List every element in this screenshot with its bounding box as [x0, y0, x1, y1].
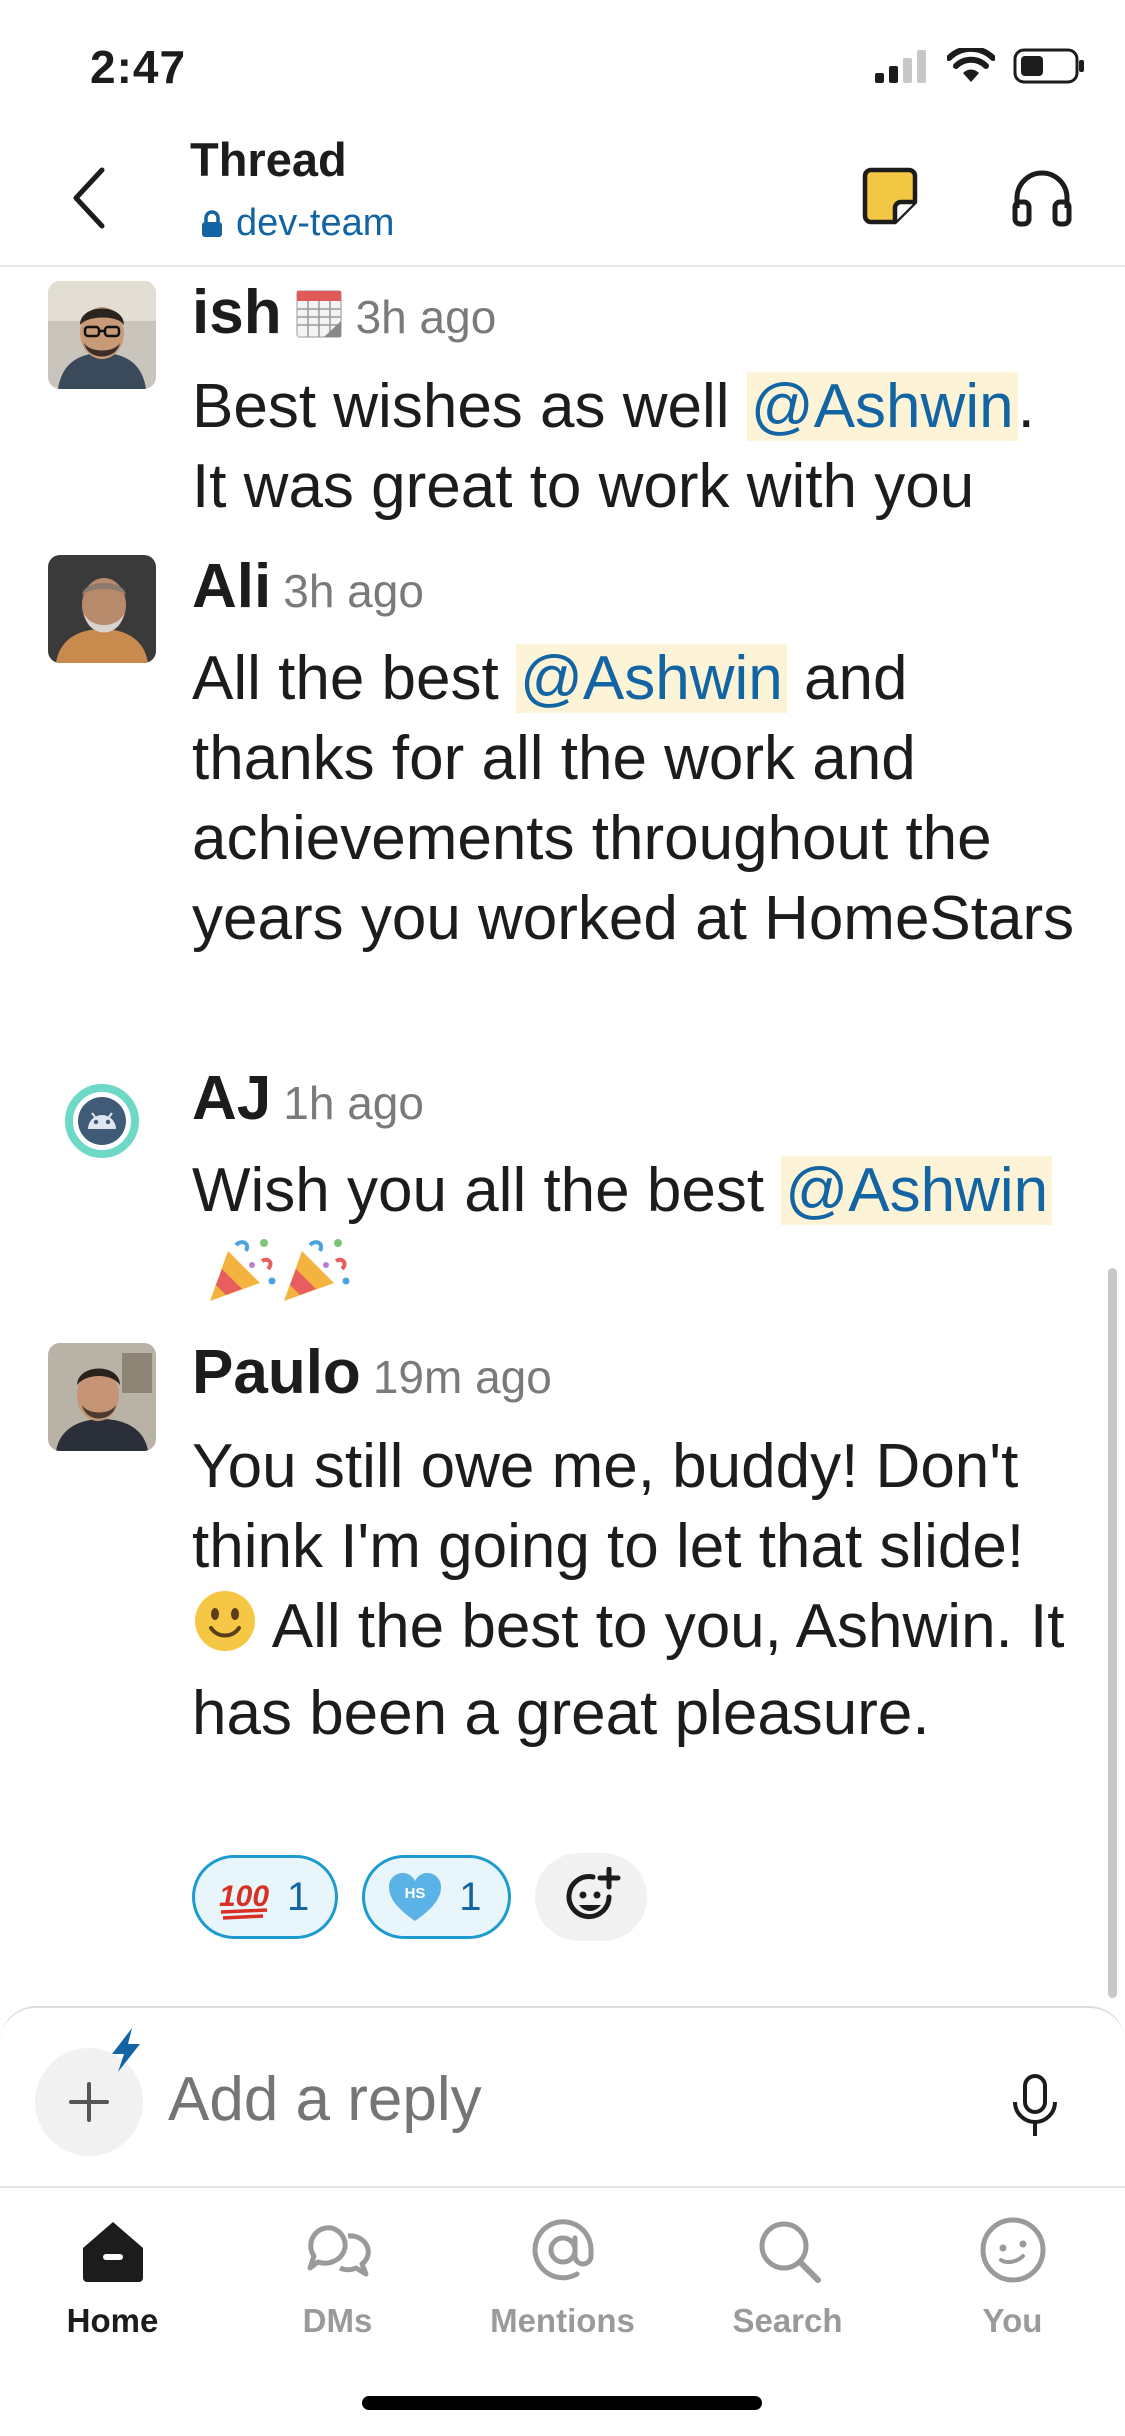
- status-bar: 2:47: [0, 0, 1125, 130]
- tab-mentions[interactable]: Mentions: [450, 2210, 675, 2360]
- reaction-count: 1: [287, 1874, 310, 1919]
- back-button[interactable]: [55, 158, 125, 238]
- message-body: You still owe me, buddy! Don't think I'm…: [192, 1427, 1085, 1754]
- mention-ashwin[interactable]: @Ashwin: [746, 372, 1018, 441]
- tab-home[interactable]: Home: [0, 2210, 225, 2360]
- dms-icon: [298, 2210, 378, 2290]
- battery-icon: [1013, 48, 1084, 84]
- tab-label: Mentions: [490, 2302, 635, 2339]
- message-body: Wish you all the best @Ashwin: [192, 1151, 1085, 1325]
- plus-icon: [69, 2082, 109, 2122]
- message-header: Ali 3h ago: [192, 551, 424, 622]
- message-timestamp: 3h ago: [355, 291, 497, 343]
- avatar-image-ish: [48, 281, 156, 389]
- lock-icon: [202, 209, 222, 237]
- author-name[interactable]: ish: [192, 277, 282, 348]
- message-body: All the best @Ashwin and thanks for all …: [192, 639, 1085, 959]
- message-header: AJ 1h ago: [192, 1063, 424, 1134]
- you-icon: [973, 2210, 1053, 2290]
- thread-screen: 2:47 Thread dev-team ish 3h ago Best wis…: [0, 0, 1125, 2436]
- mentions-icon: [523, 2210, 603, 2290]
- message-timestamp: 3h ago: [283, 565, 424, 617]
- mention-ashwin[interactable]: @Ashwin: [515, 644, 787, 713]
- reaction-hs-heart[interactable]: HS 1: [362, 1855, 511, 1939]
- reaction-count: 1: [459, 1874, 482, 1919]
- channel-link[interactable]: dev-team: [200, 202, 394, 245]
- tab-label: You: [982, 2302, 1043, 2339]
- message-body: Best wishes as well @Ashwin. It was grea…: [192, 367, 1085, 527]
- author-name[interactable]: Paulo: [192, 1337, 361, 1408]
- avatar-image-paulo: [48, 1343, 156, 1451]
- home-icon: [73, 2210, 153, 2290]
- search-icon: [748, 2210, 828, 2290]
- avatar[interactable]: [48, 281, 156, 389]
- message-text: Wish you all the best: [192, 1156, 782, 1225]
- voice-record-button[interactable]: [1005, 2072, 1065, 2142]
- message-header: ish 3h ago: [192, 277, 496, 348]
- wifi-icon: [947, 48, 995, 82]
- message-text: All the best: [192, 644, 516, 713]
- author-name[interactable]: Ali: [192, 551, 271, 622]
- canvas-icon: [862, 167, 918, 225]
- reply-composer: [0, 2006, 1125, 2188]
- lightning-bolt-icon: [112, 2028, 140, 2072]
- reply-input[interactable]: [168, 2064, 968, 2135]
- tab-dms[interactable]: DMs: [225, 2210, 450, 2360]
- header-title: Thread: [190, 133, 347, 186]
- canvas-button[interactable]: [855, 162, 925, 232]
- avatar[interactable]: [48, 555, 156, 663]
- chevron-left-icon: [73, 167, 105, 229]
- add-emoji-icon: [566, 1867, 620, 1920]
- channel-name: dev-team: [236, 202, 395, 244]
- message-timestamp: 1h ago: [283, 1077, 424, 1129]
- tab-you[interactable]: You: [900, 2210, 1125, 2360]
- avatar[interactable]: [48, 1343, 156, 1451]
- slightly-smiling-face-emoji: [192, 1588, 258, 1674]
- svg-text:100: 100: [219, 1880, 269, 1913]
- party-popper-emoji: [280, 1231, 354, 1325]
- mention-ashwin[interactable]: @Ashwin: [781, 1156, 1053, 1225]
- reactions-bar: 100 1 HS 1: [192, 1853, 647, 1941]
- scrollbar[interactable]: [1108, 1268, 1117, 1998]
- thread-messages[interactable]: ish 3h ago Best wishes as well @Ashwin. …: [0, 267, 1125, 2000]
- tab-label: Search: [732, 2302, 843, 2339]
- party-popper-emoji: [206, 1231, 280, 1325]
- microphone-icon: [1013, 2074, 1057, 2136]
- status-icons: [873, 48, 1085, 84]
- message-text: Best wishes as well: [192, 372, 747, 441]
- message-header: Paulo 19m ago: [192, 1337, 552, 1408]
- tab-label: Home: [66, 2302, 159, 2339]
- message-text: All the best to you, Ashwin. It has been…: [192, 1592, 1065, 1748]
- home-indicator: [362, 2396, 762, 2410]
- headphones-icon: [1012, 170, 1072, 227]
- status-time: 2:47: [90, 41, 187, 93]
- huddle-button[interactable]: [1007, 162, 1077, 232]
- author-name[interactable]: AJ: [192, 1063, 271, 1134]
- android-avatar-icon: [65, 1084, 139, 1158]
- calendar-status-icon: [295, 289, 342, 338]
- reaction-badge: HS: [405, 1885, 426, 1902]
- tab-search[interactable]: Search: [675, 2210, 900, 2360]
- add-reaction-button[interactable]: [534, 1853, 647, 1941]
- cellular-signal-icon: [875, 50, 926, 83]
- tab-label: DMs: [302, 2302, 373, 2339]
- hs-heart-icon: HS: [389, 1873, 442, 1921]
- message-text: You still owe me, buddy! Don't think I'm…: [192, 1432, 1025, 1581]
- avatar-image-ali: [48, 555, 156, 663]
- hundred-points-icon: 100: [219, 1880, 269, 1920]
- avatar[interactable]: [48, 1067, 156, 1175]
- thread-header: Thread dev-team: [0, 130, 1125, 267]
- message-timestamp: 19m ago: [372, 1351, 552, 1403]
- reaction-100[interactable]: 100 1: [192, 1855, 339, 1939]
